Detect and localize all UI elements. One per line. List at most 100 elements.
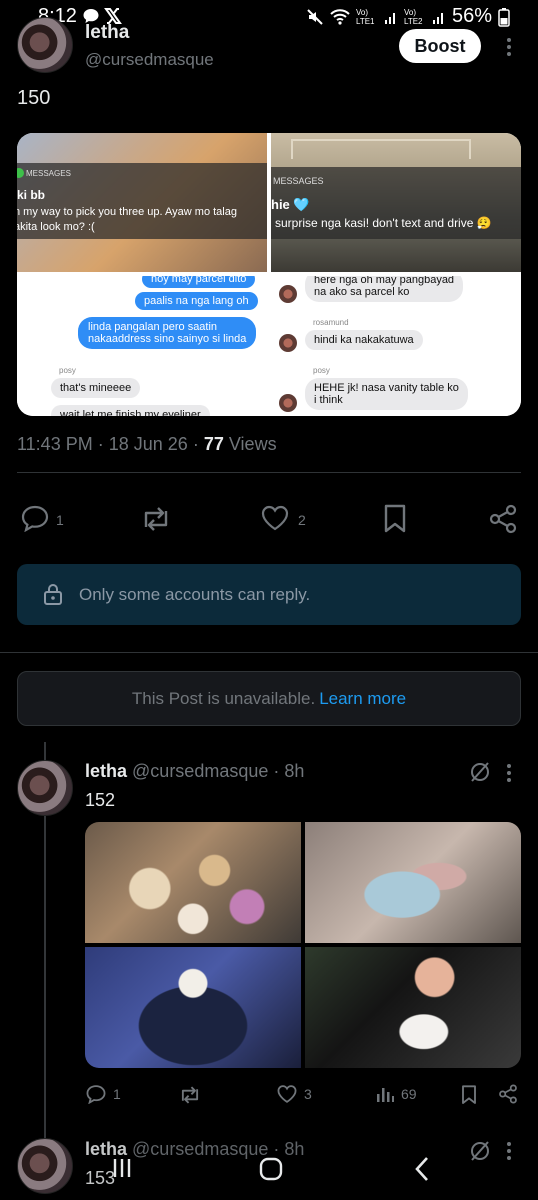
post-media-grid[interactable]: MESSAGES ki bb n my way to pick you thre… [17, 133, 521, 416]
wifi-icon [330, 8, 350, 25]
reply-count: 1 [113, 1086, 121, 1102]
author-name[interactable]: letha [85, 761, 127, 781]
chat-bubble: here nga oh may pangbayad na ako sa parc… [305, 276, 464, 302]
lock-icon [44, 583, 62, 605]
photo-desserts[interactable] [85, 822, 301, 943]
boost-button[interactable]: Boost [399, 29, 481, 63]
bookmark-icon[interactable] [383, 504, 407, 534]
like-action[interactable]: 2 [260, 504, 306, 532]
back-icon[interactable] [412, 1155, 432, 1183]
reply-action[interactable]: 1 [20, 504, 64, 532]
chat-bubble: linda pangalan pero saatin nakaaddress s… [78, 317, 257, 349]
photo-ice-cream[interactable] [85, 947, 301, 1068]
reply-header: letha @cursedmasque · 8h [85, 761, 304, 782]
chat-bubble-line: i think [314, 394, 343, 406]
reply-icon [86, 1085, 106, 1104]
chat-bubble-line: na ako sa parcel ko [314, 286, 410, 298]
media-tile-3[interactable]: hoy may parcel dito paalis na nga lang o… [17, 276, 267, 416]
author-name[interactable]: letha [85, 22, 129, 44]
meta-separator: · [97, 434, 109, 454]
chat-bubble: hindi ka nakakatuwa [305, 330, 423, 350]
more-options-icon[interactable] [505, 37, 513, 57]
battery-icon [498, 7, 510, 27]
chat-avatar [279, 334, 297, 352]
chat-sender-label: posy [59, 366, 76, 375]
author-handle[interactable]: @cursedmasque [85, 50, 214, 70]
signal-1-icon [384, 12, 395, 24]
more-options-icon[interactable] [505, 763, 513, 783]
chat-bubble: paalis na nga lang oh [135, 292, 258, 310]
chat-bubble-line: nakaaddress sino sainyo si linda [88, 333, 247, 345]
reply-count: 1 [56, 512, 64, 528]
chat-bubble: that's mineeee [51, 378, 141, 398]
like-count: 2 [298, 512, 306, 528]
reply-text: 152 [85, 790, 116, 810]
reply-icon [21, 505, 49, 532]
media-tile-4[interactable]: here nga oh may pangbayad na ako sa parc… [271, 276, 521, 416]
share-icon[interactable] [498, 1084, 518, 1104]
unavailable-text: This Post is unavailable. [131, 688, 316, 708]
views-chart-icon [377, 1088, 394, 1102]
notification-line1: n my way to pick you three up. Ayaw mo t… [17, 206, 237, 218]
reply-time[interactable]: 8h [284, 761, 304, 781]
photo-couple-dress[interactable] [305, 822, 521, 943]
restriction-text: Only some accounts can reply. [79, 584, 311, 604]
share-icon[interactable] [488, 504, 518, 534]
grok-icon[interactable] [469, 761, 491, 783]
status-right: Vo) LTE1 Vo) LTE2 56% [306, 5, 510, 28]
repost-icon[interactable] [140, 505, 172, 533]
post-text: 150 [17, 87, 51, 109]
views-label: Views [228, 434, 277, 454]
notification-app: MESSAGES [26, 169, 71, 178]
photo-hands-gloves[interactable] [305, 947, 521, 1068]
bookmark-icon[interactable] [461, 1084, 477, 1106]
section-divider [0, 652, 538, 653]
notification-line1: surprise nga kasi! don't text and drive … [275, 216, 492, 230]
post-time[interactable]: 11:43 PM [17, 434, 93, 454]
message-notification: MESSAGES hie 🩵 surprise nga kasi! don't … [271, 167, 521, 239]
chat-bubble-line: HEHE jk! nasa vanity table ko [314, 382, 459, 394]
mute-icon [307, 8, 323, 25]
chat-avatar [279, 285, 297, 303]
reply-restriction-notice: Only some accounts can reply. [17, 564, 521, 625]
media-tile-1[interactable]: MESSAGES ki bb n my way to pick you thre… [17, 133, 267, 272]
home-icon[interactable] [258, 1156, 284, 1182]
views-action[interactable]: 69 [375, 1084, 417, 1104]
notification-line2: akita look mo? :( [17, 221, 95, 233]
avatar[interactable] [17, 17, 73, 73]
like-count: 3 [304, 1086, 312, 1102]
messages-app-icon [17, 168, 24, 178]
meta-separator: · [273, 761, 280, 781]
reply-photo-grid[interactable] [85, 822, 521, 1068]
recents-icon[interactable] [110, 1156, 134, 1180]
repost-icon[interactable] [178, 1085, 202, 1105]
battery-percent: 56% [451, 5, 492, 27]
message-notification: MESSAGES ki bb n my way to pick you thre… [17, 163, 267, 239]
views-count: 69 [401, 1086, 417, 1102]
network-1-label: Vo) LTE1 [355, 7, 375, 26]
network-2-label: Vo) LTE2 [403, 7, 423, 26]
post-date[interactable]: 18 Jun 26 [109, 434, 188, 454]
divider [17, 472, 521, 473]
views-count: 77 [203, 434, 224, 454]
notification-sender: hie 🩵 [271, 197, 310, 212]
notification-sender: ki bb [17, 188, 46, 202]
unavailable-post-notice: This Post is unavailable. Learn more [17, 671, 521, 726]
chat-bubble: hoy may parcel dito [142, 276, 256, 288]
frame-decoration [291, 139, 471, 159]
heart-icon [277, 1085, 297, 1103]
signal-2-icon [432, 12, 443, 24]
reply-action[interactable]: 1 [85, 1084, 121, 1104]
post-meta: 11:43 PM · 18 Jun 26 · 77 Views [17, 434, 277, 455]
notification-app: MESSAGES [273, 176, 324, 186]
chat-bubble: HEHE jk! nasa vanity table ko i think [305, 378, 468, 410]
chat-bubble: wait let me finish my eyeliner [51, 405, 210, 416]
author-handle[interactable]: @cursedmasque [132, 761, 268, 781]
learn-more-link[interactable]: Learn more [319, 689, 406, 709]
heart-icon [261, 505, 289, 531]
system-nav-bar [0, 1140, 538, 1200]
chat-bubble-line: linda pangalan pero saatin [88, 321, 218, 333]
media-tile-2[interactable]: MESSAGES hie 🩵 surprise nga kasi! don't … [271, 133, 521, 272]
avatar[interactable] [17, 760, 73, 816]
like-action[interactable]: 3 [276, 1084, 312, 1104]
